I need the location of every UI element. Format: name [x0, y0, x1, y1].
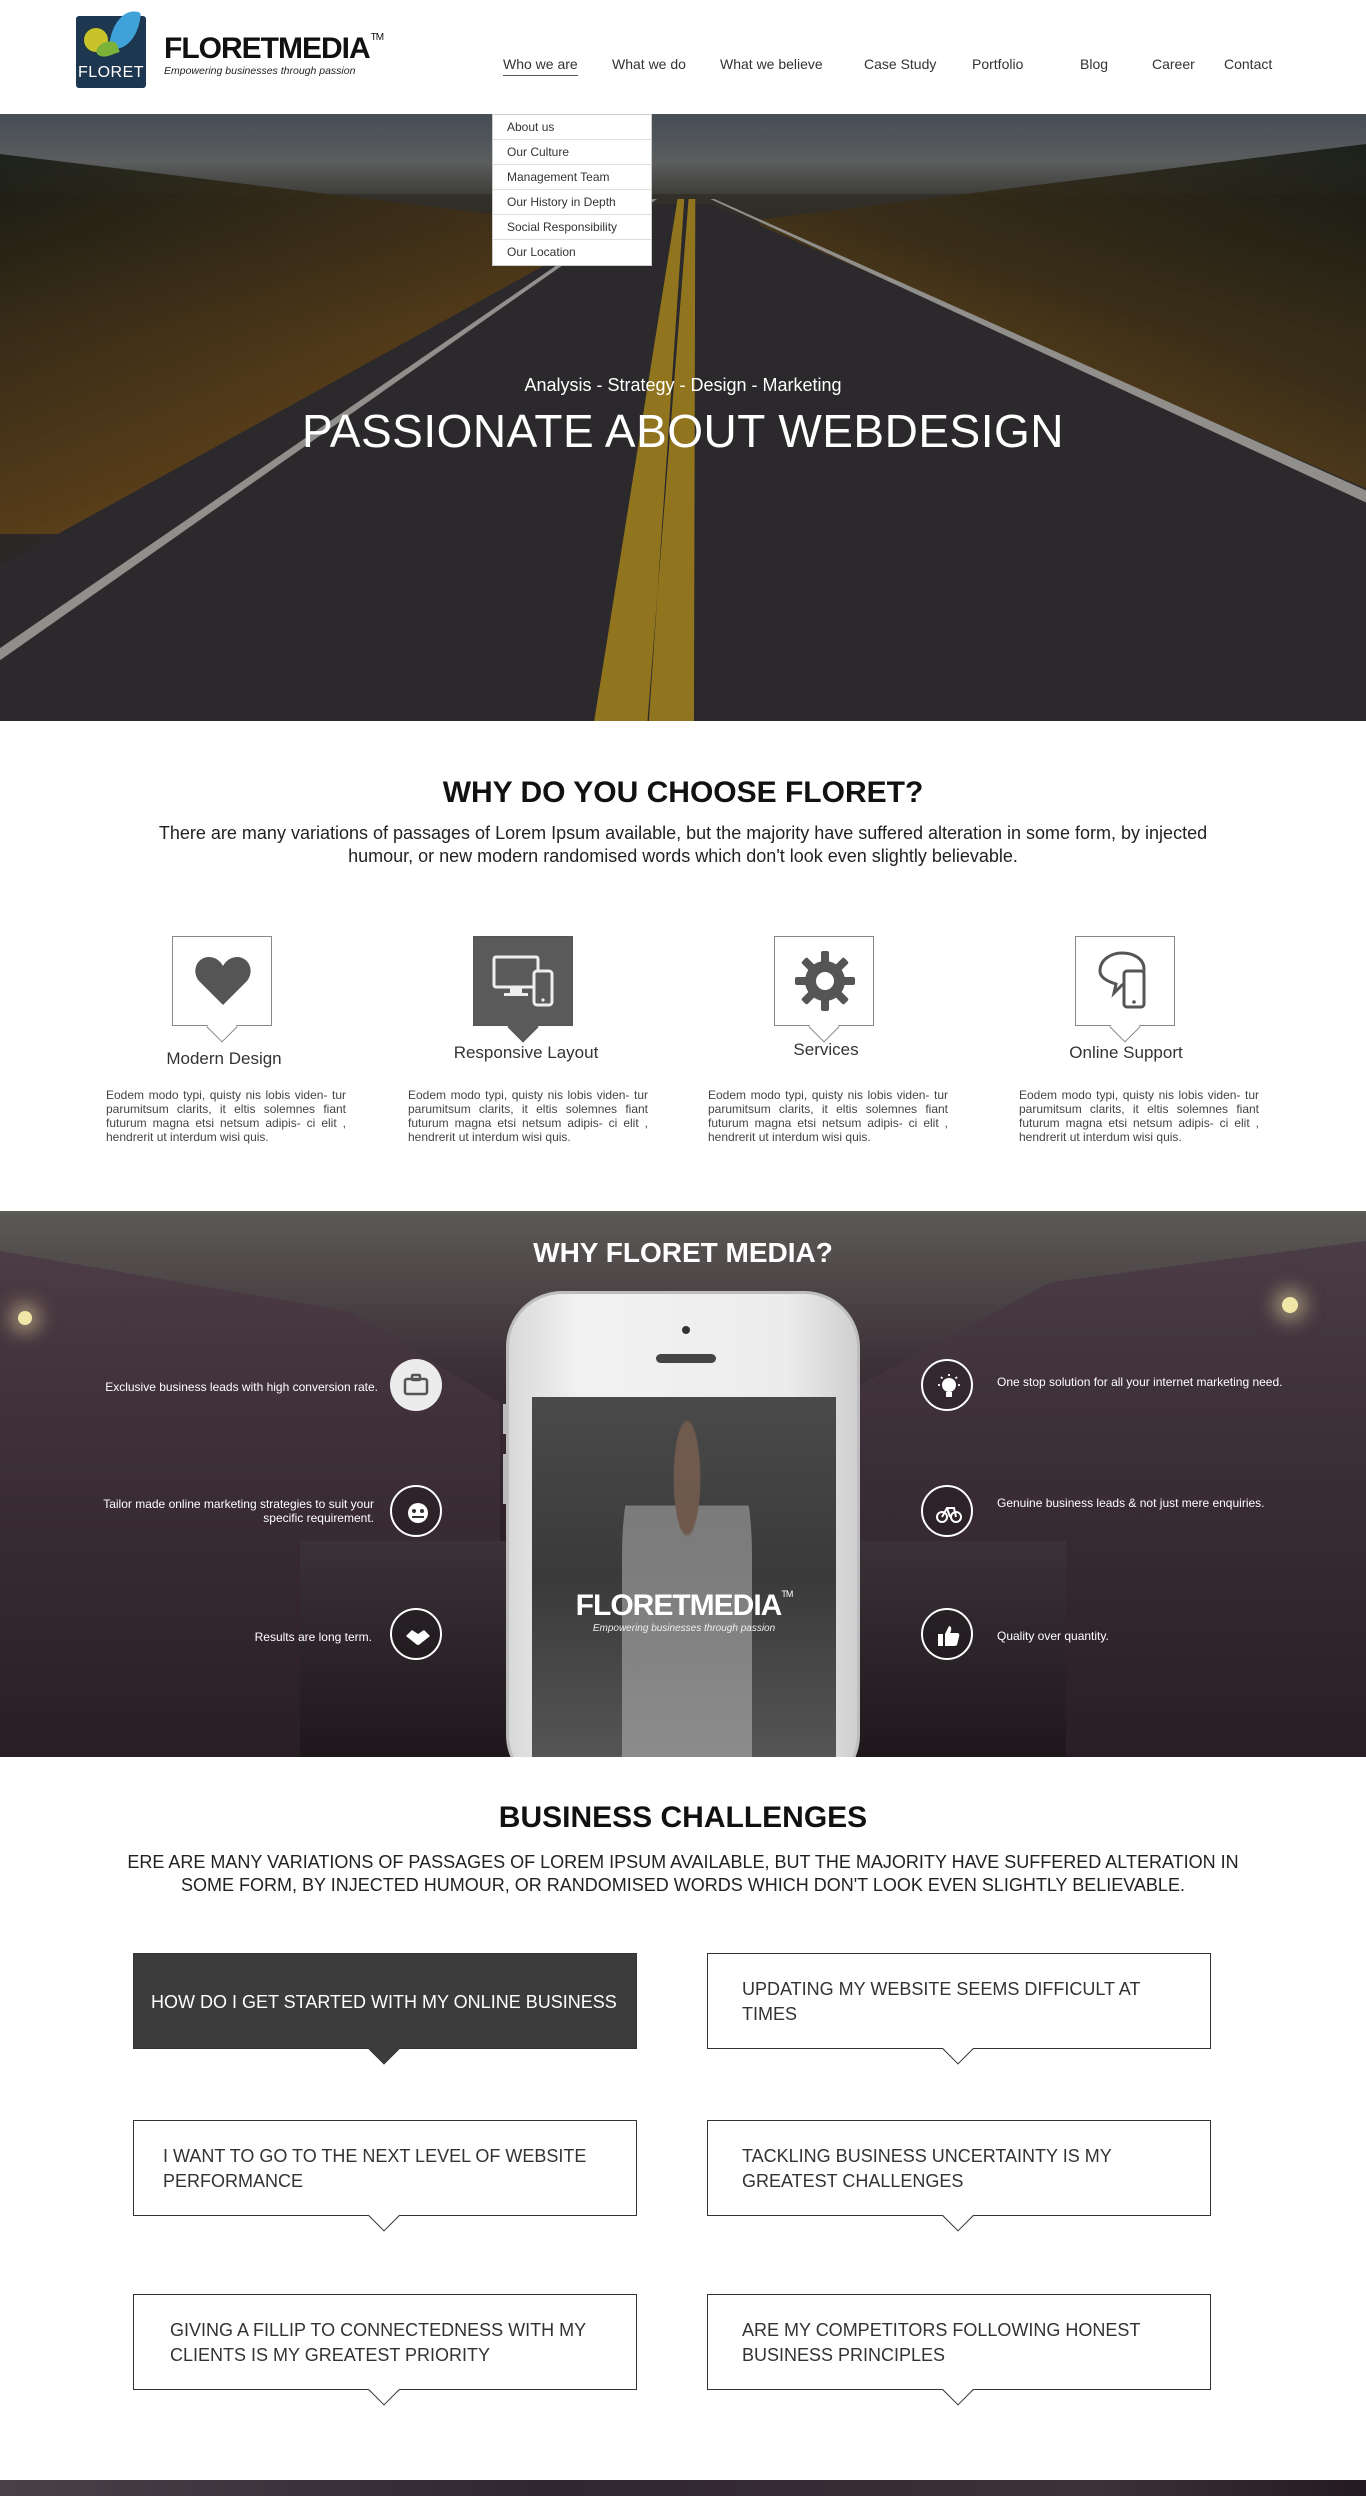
feature-title: Modern Design	[166, 1049, 282, 1068]
nav-portfolio[interactable]: Portfolio	[972, 56, 1023, 72]
lightbulb-icon	[921, 1359, 973, 1411]
bicycle-icon	[921, 1485, 973, 1537]
phone-button	[503, 1404, 507, 1434]
challenge-card-4[interactable]: TACKLING BUSINESS UNCERTAINTY IS MY GREA…	[707, 2120, 1211, 2232]
trademark-mark: TM	[370, 32, 384, 43]
nav-what-we-believe[interactable]: What we believe	[720, 56, 823, 72]
feature-box-pointer	[206, 1011, 238, 1043]
phone-tagline: Empowering businesses through passion	[592, 1623, 776, 1634]
logo-text: FLORET	[77, 64, 145, 81]
feature-text: Eodem modo typi, quisty nis lobis viden-…	[1019, 1088, 1259, 1144]
feature-box-pointer	[507, 1011, 539, 1043]
dropdown-our-location[interactable]: Our Location	[493, 240, 651, 265]
phone-trademark: TM	[781, 1589, 793, 1599]
dropdown-our-culture[interactable]: Our Culture	[493, 140, 651, 165]
hero-title: PASSIONATE ABOUT WEBDESIGN	[302, 405, 1064, 457]
brand-name[interactable]: FLORETMEDIATM	[164, 32, 384, 66]
feature-text: Eodem modo typi, quisty nis lobis viden-…	[408, 1088, 648, 1144]
challenge-card-2[interactable]: UPDATING MY WEBSITE SEEMS DIFFICULT AT T…	[707, 1953, 1211, 2065]
brand-tagline: Empowering businesses through passion	[164, 65, 356, 77]
gear-icon	[795, 951, 855, 1011]
who-we-are-dropdown: About us Our Culture Management Team Our…	[492, 114, 652, 266]
feature-box-pointer	[1109, 1011, 1141, 1043]
challenge-text: UPDATING MY WEBSITE SEEMS DIFFICULT AT T…	[742, 1979, 1141, 2024]
phone-brand: FLORETMEDIATM	[532, 1589, 836, 1623]
street-lamp-left	[18, 1311, 32, 1325]
devices-icon	[492, 955, 554, 1007]
floret-logo[interactable]: FLORET	[76, 8, 146, 88]
nav-career[interactable]: Career	[1152, 56, 1195, 72]
footer-strip	[0, 2480, 1366, 2496]
dropdown-social-responsibility[interactable]: Social Responsibility	[493, 215, 651, 240]
logo-badge: FLORET	[76, 8, 146, 88]
nav-who-we-are[interactable]: Who we are	[503, 56, 578, 76]
challenge-text: HOW DO I GET STARTED WITH MY ONLINE BUSI…	[151, 1991, 617, 2012]
challenge-text: I WANT TO GO TO THE NEXT LEVEL OF WEBSIT…	[163, 2146, 587, 2191]
nav-what-we-do[interactable]: What we do	[612, 56, 686, 72]
challenge-text: ARE MY COMPETITORS FOLLOWING HONEST BUSI…	[742, 2320, 1141, 2365]
nav-blog[interactable]: Blog	[1080, 56, 1108, 72]
benefit-left-1: Exclusive business leads with high conve…	[105, 1380, 378, 1394]
brand-name-text: FLORETMEDIA	[164, 32, 371, 65]
hero-subtitle: Analysis - Strategy - Design - Marketing	[524, 375, 842, 395]
feature-text: Eodem modo typi, quisty nis lobis viden-…	[106, 1088, 346, 1144]
phone-button	[503, 1454, 507, 1504]
model-photo	[622, 1417, 752, 1757]
chat-phone-icon	[1098, 951, 1146, 1009]
challenge-text: GIVING A FILLIP TO CONNECTEDNESS WITH MY…	[170, 2320, 586, 2365]
benefit-right-2: Genuine business leads & not just mere e…	[997, 1496, 1265, 1510]
heart-icon	[195, 957, 251, 1005]
why-media-title: WHY FLORET MEDIA?	[533, 1237, 833, 1268]
phone-mockup: FLORETMEDIATM Empowering businesses thro…	[503, 1291, 860, 1757]
tailor-icon	[390, 1485, 442, 1537]
business-challenges-description: ERE ARE MANY VARIATIONS OF PASSAGES OF L…	[127, 1852, 1239, 1895]
dropdown-management-team[interactable]: Management Team	[493, 165, 651, 190]
why-choose-title: WHY DO YOU CHOOSE FLORET?	[442, 776, 924, 809]
why-floret-media-section: WHY FLORET MEDIA? FLORETMEDIATM Empoweri…	[0, 1211, 1366, 1757]
feature-text: Eodem modo typi, quisty nis lobis viden-…	[708, 1088, 948, 1144]
briefcase-icon	[390, 1359, 442, 1411]
business-challenges-title: BUSINESS CHALLENGES	[498, 1801, 868, 1834]
benefit-left-3: Results are long term.	[254, 1630, 372, 1644]
benefit-left-2: Tailor made online marketing strategies …	[103, 1497, 374, 1525]
phone-camera	[682, 1326, 690, 1334]
nav-case-study[interactable]: Case Study	[864, 56, 936, 72]
phone-speaker	[656, 1354, 716, 1363]
feature-icon-box	[1075, 936, 1175, 1043]
challenge-card-1[interactable]: HOW DO I GET STARTED WITH MY ONLINE BUSI…	[133, 1953, 637, 2065]
feature-icon-box	[172, 936, 272, 1043]
dropdown-our-history[interactable]: Our History in Depth	[493, 190, 651, 215]
phone-screen: FLORETMEDIATM Empowering businesses thro…	[532, 1397, 836, 1757]
thumbs-up-icon	[921, 1608, 973, 1660]
benefit-right-1: One stop solution for all your internet …	[997, 1375, 1283, 1389]
feature-title: Online Support	[1069, 1043, 1183, 1062]
benefit-right-3: Quality over quantity.	[997, 1629, 1109, 1643]
hero-banner: Analysis - Strategy - Design - Marketing…	[0, 114, 1366, 721]
feature-title: Responsive Layout	[453, 1043, 599, 1062]
street-lamp-right	[1282, 1297, 1298, 1313]
handshake-icon	[390, 1608, 442, 1660]
feature-title: Services	[793, 1040, 859, 1059]
why-choose-description: There are many variations of passages of…	[158, 823, 1208, 866]
challenge-card-6[interactable]: ARE MY COMPETITORS FOLLOWING HONEST BUSI…	[707, 2294, 1211, 2406]
feature-icon-box	[774, 936, 874, 1043]
phone-brand-text: FLORETMEDIA	[575, 1589, 783, 1622]
nav-contact[interactable]: Contact	[1224, 56, 1272, 72]
challenge-card-3[interactable]: I WANT TO GO TO THE NEXT LEVEL OF WEBSIT…	[133, 2120, 637, 2232]
site-header: FLORET FLORETMEDIATM Empowering business…	[0, 0, 1366, 114]
feature-icon-box	[473, 936, 573, 1043]
challenge-text: TACKLING BUSINESS UNCERTAINTY IS MY GREA…	[742, 2146, 1112, 2191]
challenge-card-5[interactable]: GIVING A FILLIP TO CONNECTEDNESS WITH MY…	[133, 2294, 637, 2406]
feature-box-pointer	[808, 1011, 840, 1043]
dropdown-about-us[interactable]: About us	[493, 115, 651, 140]
